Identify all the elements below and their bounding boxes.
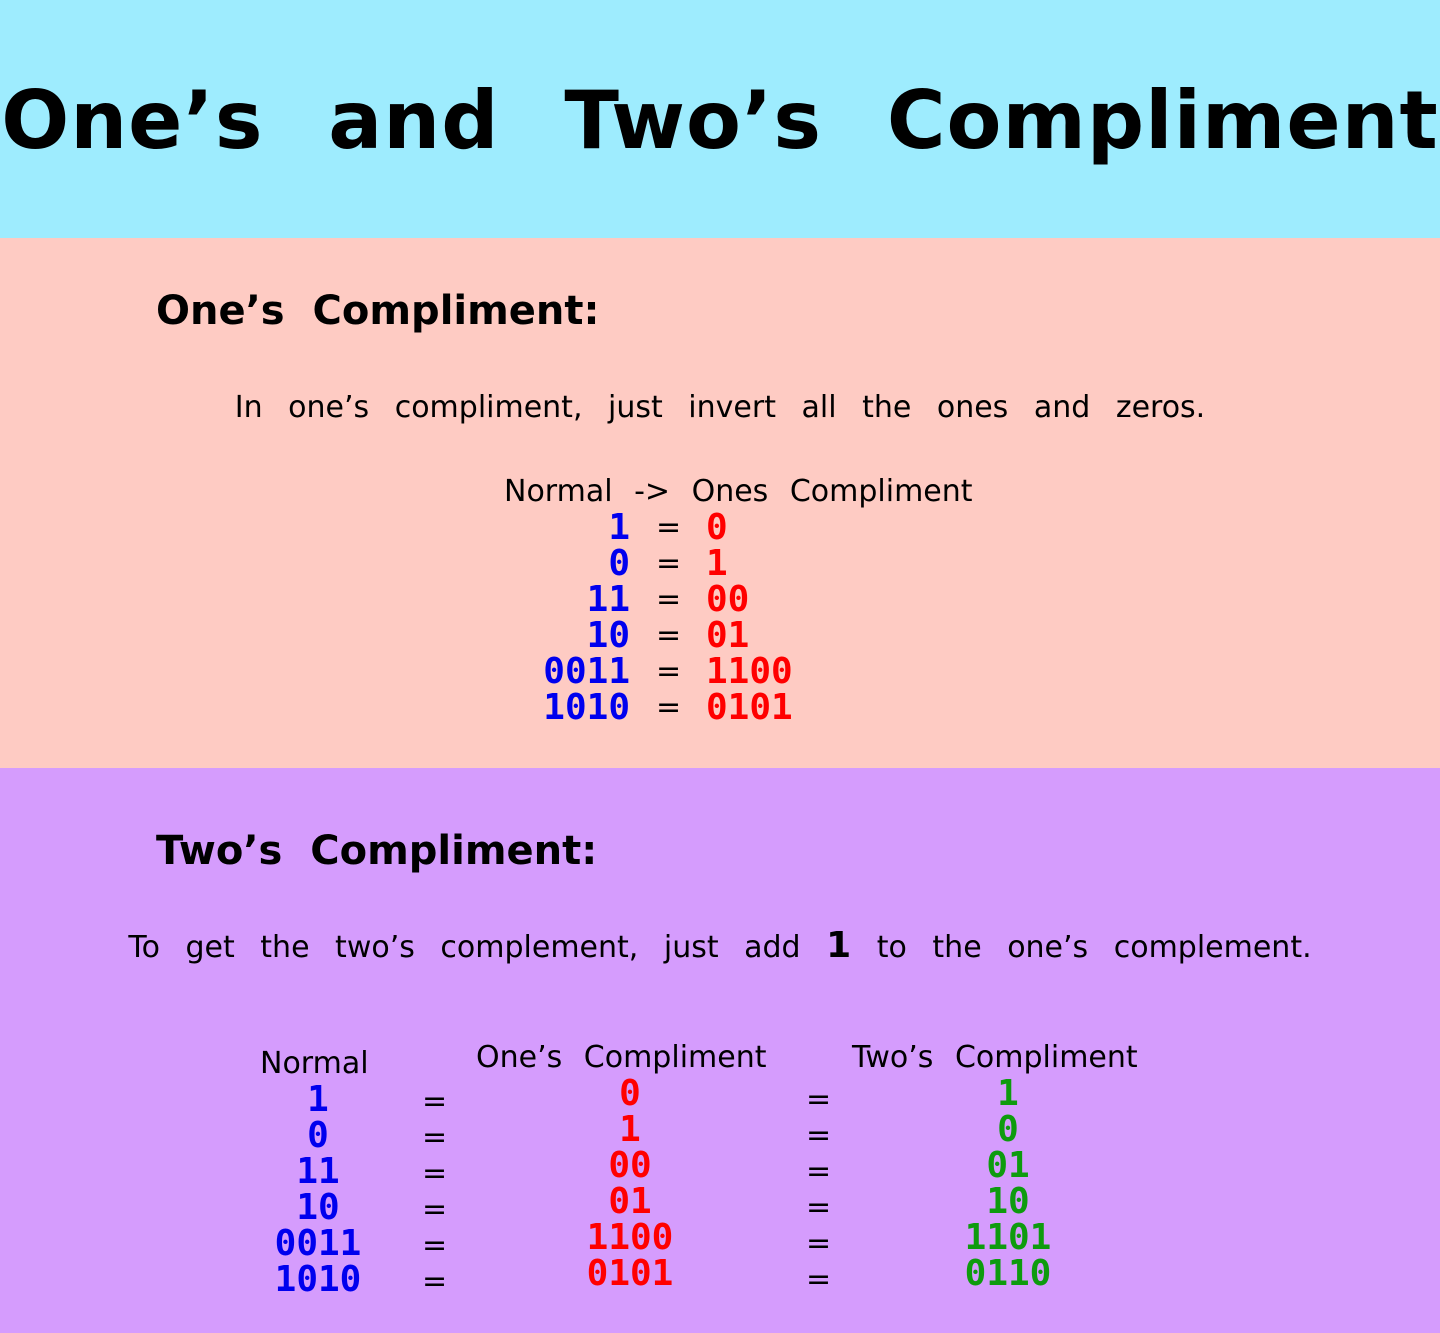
twos-ones-value: 1	[619, 1109, 641, 1150]
twos-normal-value: 11	[296, 1151, 340, 1192]
ones-compliment-value: 0101	[706, 687, 793, 728]
ones-normal-value: 1	[608, 507, 630, 548]
twos-twos-value: 1101	[964, 1217, 1052, 1258]
twos-section-description: To get the two’s complement, just add 1 …	[0, 926, 1440, 968]
ones-compliment-value: 1	[706, 543, 728, 584]
equals-sign: =	[656, 690, 682, 725]
equals-sign: =	[656, 618, 682, 653]
twos-normal-value: 0	[307, 1115, 329, 1156]
equals-sign: =	[656, 510, 682, 545]
twos-normal-value: 0011	[274, 1223, 362, 1264]
equals-sign: =	[806, 1226, 832, 1261]
description-text-after: to the one’s complement.	[876, 930, 1312, 965]
twos-normal-value: 1010	[274, 1259, 362, 1300]
equals-sign: =	[656, 582, 682, 617]
ones-section-description: In one’s compliment, just invert all the…	[234, 390, 1206, 425]
twos-ones-value: 1100	[586, 1217, 674, 1258]
ones-section-heading: One’s Compliment:	[156, 288, 600, 334]
equals-sign: =	[422, 1192, 448, 1227]
twos-header-normal: Normal	[260, 1046, 369, 1081]
twos-ones-value: 0101	[586, 1253, 674, 1294]
twos-normal-value: 10	[296, 1187, 340, 1228]
equals-sign: =	[806, 1154, 832, 1189]
ones-table-header: Normal -> Ones Compliment	[504, 474, 973, 509]
ones-normal-value: 11	[586, 579, 630, 620]
ones-normal-value: 0	[608, 543, 630, 584]
equals-sign: =	[422, 1156, 448, 1191]
twos-twos-value: 1	[997, 1073, 1019, 1114]
twos-section-heading: Two’s Compliment:	[156, 828, 598, 874]
twos-twos-value: 01	[986, 1145, 1030, 1186]
equals-sign: =	[422, 1264, 448, 1299]
equals-sign: =	[806, 1082, 832, 1117]
equals-sign: =	[422, 1120, 448, 1155]
twos-twos-value: 0110	[964, 1253, 1052, 1294]
description-number: 1	[826, 925, 852, 966]
equals-sign: =	[806, 1190, 832, 1225]
ones-compliment-value: 01	[706, 615, 750, 656]
twos-ones-value: 0	[619, 1073, 641, 1114]
equals-sign: =	[422, 1084, 448, 1119]
ones-compliment-value: 1100	[706, 651, 793, 692]
twos-header-twos: Two’s Compliment	[852, 1040, 1138, 1075]
equals-sign: =	[656, 546, 682, 581]
twos-header-ones: One’s Compliment	[476, 1040, 767, 1075]
ones-compliment-value: 0	[706, 507, 728, 548]
twos-normal-value: 1	[307, 1079, 329, 1120]
ones-normal-value: 10	[586, 615, 630, 656]
ones-normal-value: 1010	[543, 687, 630, 728]
ones-compliment-value: 00	[706, 579, 750, 620]
equals-sign: =	[806, 1262, 832, 1297]
description-text-before: To get the two’s complement, just add	[128, 930, 801, 965]
twos-twos-value: 0	[997, 1109, 1019, 1150]
twos-twos-value: 10	[986, 1181, 1030, 1222]
equals-sign: =	[422, 1228, 448, 1263]
page-title: One’s and Two’s Compliment	[1, 74, 1439, 167]
twos-ones-value: 00	[608, 1145, 652, 1186]
equals-sign: =	[806, 1118, 832, 1153]
ones-normal-value: 0011	[543, 651, 630, 692]
equals-sign: =	[656, 654, 682, 689]
twos-ones-value: 01	[608, 1181, 652, 1222]
